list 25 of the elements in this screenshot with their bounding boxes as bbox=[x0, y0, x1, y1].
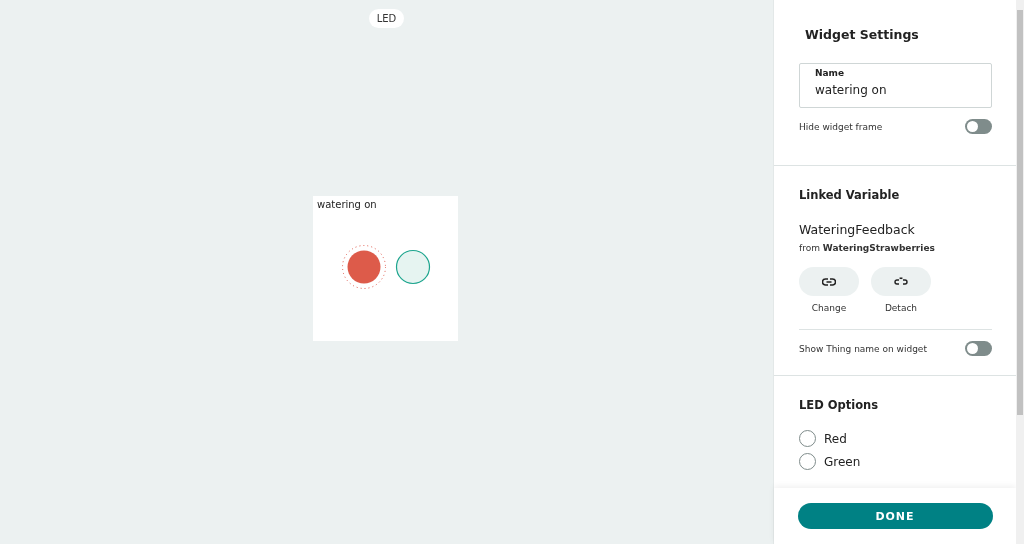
toggle-label: Hide widget frame bbox=[799, 121, 883, 132]
widget-type-badge: LED bbox=[368, 9, 405, 28]
radio-option[interactable]: Red bbox=[799, 430, 992, 447]
field-label: Name bbox=[815, 68, 846, 78]
thing-source: from WateringStrawberries bbox=[799, 243, 936, 253]
toggle-switch[interactable] bbox=[965, 341, 992, 356]
button-caption: Change bbox=[811, 303, 847, 313]
detach-button[interactable] bbox=[871, 267, 931, 296]
name-field[interactable]: Name watering on bbox=[799, 63, 992, 108]
widget-title: watering on bbox=[317, 199, 377, 210]
section-title: LED Options bbox=[799, 398, 880, 412]
button-caption: Detach bbox=[884, 303, 918, 313]
radio-option[interactable]: Green bbox=[799, 453, 992, 470]
toggle-label: Show Thing name on widget bbox=[799, 343, 927, 354]
link-icon bbox=[822, 277, 836, 286]
scrollbar-thumb[interactable] bbox=[1017, 10, 1023, 415]
change-button[interactable] bbox=[799, 267, 859, 296]
section-title: Linked Variable bbox=[799, 188, 901, 202]
toggle-switch[interactable] bbox=[965, 119, 992, 134]
led-widget[interactable]: watering on bbox=[313, 196, 458, 341]
broken-link-icon bbox=[894, 276, 908, 287]
variable-name: WateringFeedback bbox=[799, 222, 916, 237]
panel-title: Widget Settings bbox=[805, 27, 920, 42]
done-button[interactable]: DONE bbox=[797, 503, 993, 529]
led-icon bbox=[394, 249, 431, 285]
